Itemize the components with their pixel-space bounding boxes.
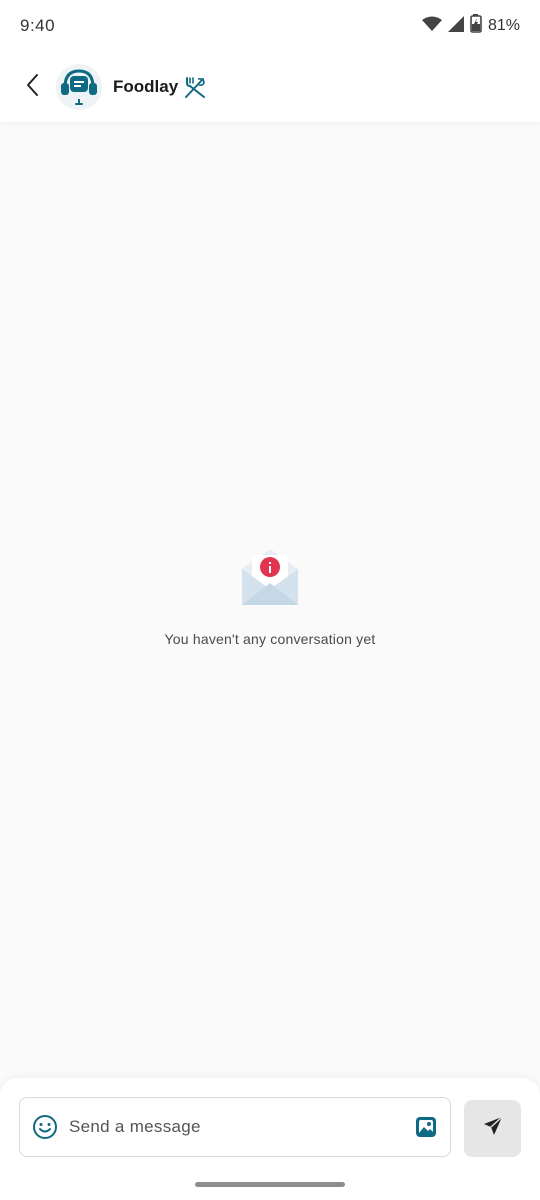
smiley-icon[interactable] — [32, 1114, 58, 1140]
status-icons: 81% — [421, 14, 520, 38]
image-icon[interactable] — [414, 1115, 438, 1139]
message-input[interactable] — [69, 1098, 414, 1156]
signal-icon — [447, 15, 464, 37]
back-button[interactable] — [14, 65, 50, 109]
send-button[interactable] — [464, 1100, 521, 1157]
wifi-icon — [421, 16, 442, 37]
envelope-info-icon — [240, 545, 300, 607]
message-box — [19, 1097, 451, 1157]
battery-percentage: 81% — [487, 17, 520, 34]
chat-header: Foodlay — [0, 52, 540, 122]
chevron-left-icon — [25, 73, 39, 102]
empty-state-message: You haven't any conversation yet — [164, 631, 376, 647]
status-bar: 9:40 81% — [0, 0, 540, 52]
battery-charging-icon — [470, 14, 482, 38]
avatar[interactable] — [56, 64, 102, 110]
home-indicator[interactable] — [195, 1182, 345, 1187]
fork-knife-icon — [183, 76, 207, 98]
status-time: 9:40 — [20, 16, 56, 35]
send-icon — [482, 1115, 504, 1142]
page-title: Foodlay — [113, 77, 179, 96]
support-headset-icon — [57, 63, 101, 112]
empty-state: You haven't any conversation yet — [0, 545, 540, 647]
